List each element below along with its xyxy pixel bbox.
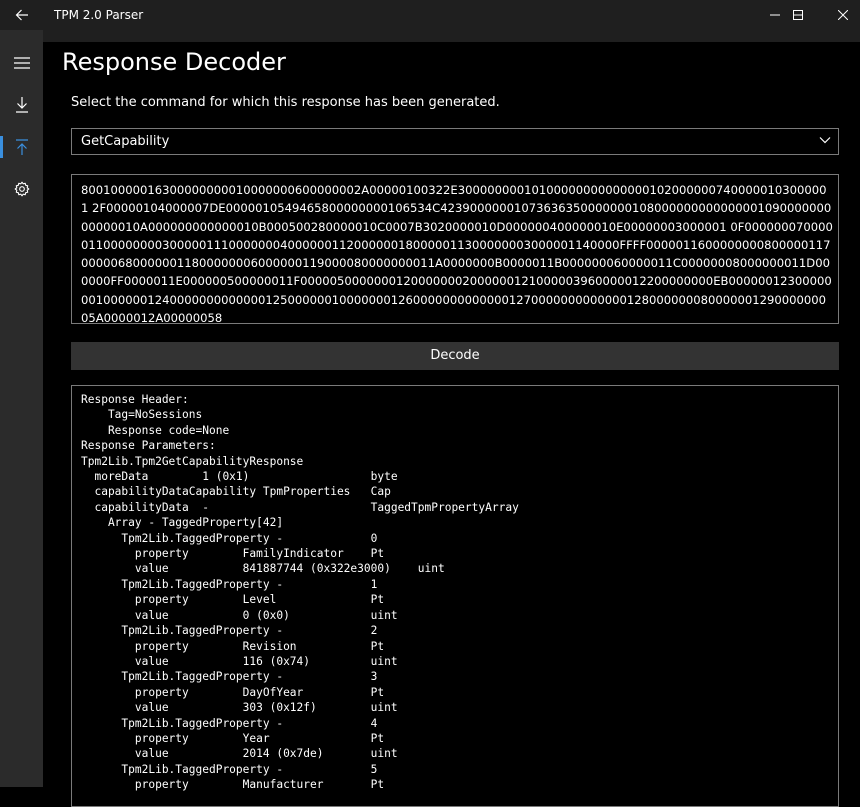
decoded-output-text: Response Header: Tag=NoSessions Response…	[81, 392, 519, 793]
response-hex-text: 80010000016300000000010000000600000002A0…	[81, 183, 833, 326]
response-hex-input[interactable]: 80010000016300000000010000000600000002A0…	[71, 174, 839, 326]
output-line: Response Header:	[81, 393, 189, 406]
page-title: Response Decoder	[62, 48, 286, 76]
app-title: TPM 2.0 Parser	[54, 8, 144, 22]
output-line: Tpm2Lib.Tpm2GetCapabilityResponse	[81, 454, 304, 468]
decoded-output-box[interactable]: Response Header: Tag=NoSessions Response…	[71, 385, 839, 807]
nav-item-download[interactable]	[0, 85, 43, 125]
output-line: value 116 (0x74) uint	[81, 654, 398, 668]
command-dropdown[interactable]: GetCapability	[71, 128, 839, 155]
output-line: capabilityData - TaggedTpmPropertyArray	[81, 500, 519, 514]
output-line: Tpm2Lib.TaggedProperty - 4	[81, 716, 378, 730]
hamburger-menu-icon	[13, 57, 30, 69]
close-button[interactable]	[820, 0, 860, 30]
output-line: moreData 1 (0x1) byte	[81, 470, 398, 484]
nav-item-upload[interactable]	[0, 127, 43, 167]
maximize-icon	[793, 10, 803, 20]
output-line: value 0 (0x0) uint	[81, 608, 398, 622]
output-line: property FamilyIndicator Pt	[81, 547, 385, 561]
back-arrow-icon	[15, 9, 28, 21]
close-icon	[838, 10, 848, 20]
output-line: property Year Pt	[81, 731, 385, 745]
back-button[interactable]	[0, 0, 44, 30]
upload-icon	[15, 139, 28, 155]
nav-menu-button[interactable]	[0, 43, 43, 83]
decode-button[interactable]: Decode	[71, 342, 839, 370]
maximize-button[interactable]	[775, 0, 821, 30]
output-line: Array - TaggedProperty[42]	[81, 516, 284, 530]
output-line: capabilityDataCapability TpmProperties C…	[81, 485, 391, 499]
output-line: Tpm2Lib.TaggedProperty - 1	[81, 577, 378, 591]
output-line: property Manufacturer Pt	[81, 778, 385, 792]
output-line: property DayOfYear Pt	[81, 685, 385, 699]
output-line: Tpm2Lib.TaggedProperty - 2	[81, 624, 378, 638]
output-line: Tag=NoSessions	[81, 408, 203, 422]
output-line: Tpm2Lib.TaggedProperty - 5	[81, 762, 378, 776]
chevron-down-icon	[819, 137, 831, 144]
output-line: value 2014 (0x7de) uint	[81, 747, 398, 761]
output-line: Tpm2Lib.TaggedProperty - 3	[81, 670, 378, 684]
output-line: value 303 (0x12f) uint	[81, 701, 398, 715]
download-icon	[15, 97, 28, 113]
command-dropdown-value: GetCapability	[81, 134, 170, 149]
output-line: Response Parameters:	[81, 439, 216, 453]
nav-pane	[0, 30, 43, 787]
nav-item-settings[interactable]	[0, 169, 43, 209]
output-line: property Level Pt	[81, 593, 385, 607]
output-line: property Revision Pt	[81, 639, 385, 653]
output-line: value 841887744 (0x322e3000) uint	[81, 562, 445, 576]
gear-icon	[14, 181, 29, 197]
title-bar: TPM 2.0 Parser	[0, 0, 860, 30]
main-content: Response Decoder Select the command for …	[43, 30, 860, 807]
header-strip	[43, 30, 860, 42]
instruction-label: Select the command for which this respon…	[71, 95, 500, 110]
output-line: Response code=None	[81, 423, 230, 437]
output-line: Tpm2Lib.TaggedProperty - 0	[81, 531, 378, 545]
